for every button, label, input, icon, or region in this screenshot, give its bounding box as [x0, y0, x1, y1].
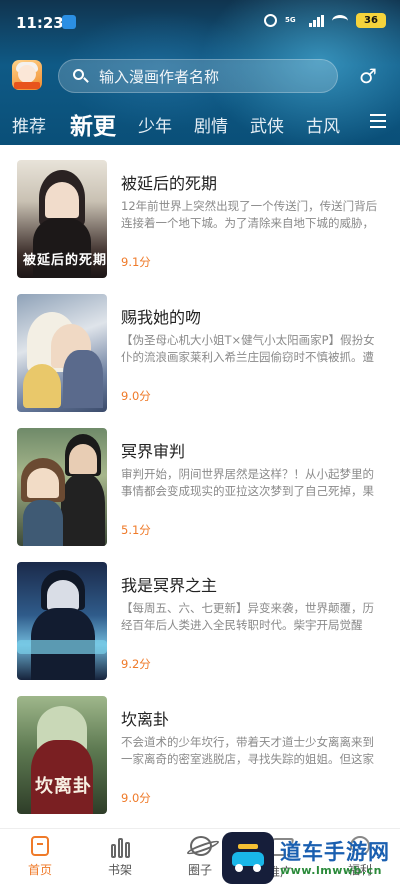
signal-icon: [309, 14, 324, 27]
nav-circle-label: 圈子: [187, 863, 212, 877]
comic-title[interactable]: 被延后的死期: [121, 170, 217, 194]
tab-drama[interactable]: 剧情: [194, 112, 228, 137]
comic-score: 5.1分: [121, 523, 151, 537]
tab-new-updates-label: 新更: [70, 114, 116, 140]
tab-recommend[interactable]: 推荐: [12, 112, 46, 137]
comic-description: 不会道术的少年坎行，带着天才道士少女离离来到一家离奇的密室逃脱店，寻找失踪的姐姐…: [121, 735, 374, 766]
list-item[interactable]: 坎离卦 坎离卦 不会道术的少年坎行，带着天才道士少女离离来到一家离奇的密室逃脱店…: [0, 696, 400, 828]
comic-score: 9.1分: [121, 255, 151, 269]
list-item[interactable]: 冥界审判 审判开始，阴间世界居然是这样？！从小起梦里的事情都会变成现实的亚拉这次…: [0, 428, 400, 562]
status-time: 11:23: [16, 14, 64, 32]
tab-new-updates[interactable]: 新更: [70, 107, 116, 141]
cover-title: 被延后的死期: [23, 253, 107, 268]
status-icons: 5G 36: [264, 13, 386, 28]
comic-cover[interactable]: [17, 294, 107, 412]
comic-cover[interactable]: 被延后的死期: [17, 160, 107, 278]
search-placeholder: 输入漫画作者名称: [99, 67, 220, 86]
search-icon: [73, 69, 89, 83]
gender-switch-icon[interactable]: ♂: [356, 64, 380, 88]
network-speed-icon: 5G: [285, 16, 296, 24]
comic-title[interactable]: 我是冥界之主: [121, 572, 217, 596]
watermark-name: 道车手游网: [280, 840, 390, 864]
comic-cover[interactable]: [17, 562, 107, 680]
battery-icon: 36: [356, 13, 386, 28]
comic-description: 审判开始，阴间世界居然是这样？！从小起梦里的事情都会变成现实的亚拉这次梦到了自己…: [121, 467, 374, 498]
comic-score: 9.0分: [121, 791, 151, 805]
cover-title: 坎离卦: [35, 776, 92, 797]
list-item[interactable]: 我是冥界之主 【每周五、六、七更新】异变来袭，世界颠覆，历经百年后人类进入全民转…: [0, 562, 400, 696]
nav-bookshelf-label: 书架: [107, 863, 132, 877]
comic-cover[interactable]: 坎离卦: [17, 696, 107, 814]
comic-description: 【伪圣母心机大小姐T×健气小太阳画家P】假扮女仆的流浪画家莱利入希兰庄园偷窃时不…: [121, 333, 375, 364]
status-bar: 11:23 5G 36: [0, 0, 400, 42]
watermark-logo: [222, 832, 274, 884]
wifi-icon: [332, 14, 348, 27]
comic-title[interactable]: 赐我她的吻: [121, 304, 201, 328]
nav-circle[interactable]: 圈子: [170, 836, 230, 878]
comic-title[interactable]: 冥界审判: [121, 438, 185, 462]
comic-score: 9.2分: [121, 657, 151, 671]
notification-app-icon: [62, 15, 76, 29]
comic-cover[interactable]: [17, 428, 107, 546]
comic-title[interactable]: 坎离卦: [121, 706, 169, 730]
tab-wuxia[interactable]: 武侠: [250, 112, 284, 137]
tab-shonen[interactable]: 少年: [138, 112, 172, 137]
avatar-badge: [14, 82, 40, 89]
comic-description: 【每周五、六、七更新】异变来袭，世界颠覆，历经百年后人类进入全民转职时代。柴宇开…: [121, 601, 374, 632]
comic-score: 9.0分: [121, 389, 151, 403]
nav-home-label: 首页: [27, 863, 52, 877]
bookshelf-icon: [110, 836, 130, 858]
home-icon: [30, 836, 50, 858]
avatar-face: [18, 65, 36, 83]
search-row: 输入漫画作者名称 ♂: [0, 58, 400, 94]
planet-icon: [190, 836, 212, 858]
header: 11:23 5G 36 输入漫画作者名称 ♂ 推荐 新更 少年 剧情 武侠 古风: [0, 0, 400, 145]
menu-icon[interactable]: [370, 114, 386, 128]
app-avatar[interactable]: [12, 60, 42, 90]
category-tabs: 推荐 新更 少年 剧情 武侠 古风: [0, 106, 400, 142]
list-item[interactable]: 赐我她的吻 【伪圣母心机大小姐T×健气小太阳画家P】假扮女仆的流浪画家莱利入希兰…: [0, 294, 400, 428]
nav-home[interactable]: 首页: [10, 836, 70, 878]
list-item[interactable]: 被延后的死期 被延后的死期 12年前世界上突然出现了一个传送门，传送门背后连接着…: [0, 160, 400, 294]
search-bar[interactable]: 输入漫画作者名称: [58, 59, 338, 93]
comic-list: 被延后的死期 被延后的死期 12年前世界上突然出现了一个传送门，传送门背后连接着…: [0, 145, 400, 828]
alarm-icon: [264, 14, 277, 27]
watermark-url: www.lmwwb.cn: [280, 864, 382, 877]
watermark: 道车手游网 www.lmwwb.cn: [280, 840, 398, 877]
comic-description: 12年前世界上突然出现了一个传送门，传送门背后连接着一个地下城。为了清除来自地下…: [121, 199, 378, 230]
nav-bookshelf[interactable]: 书架: [90, 836, 150, 878]
tab-ancient[interactable]: 古风: [306, 112, 340, 137]
